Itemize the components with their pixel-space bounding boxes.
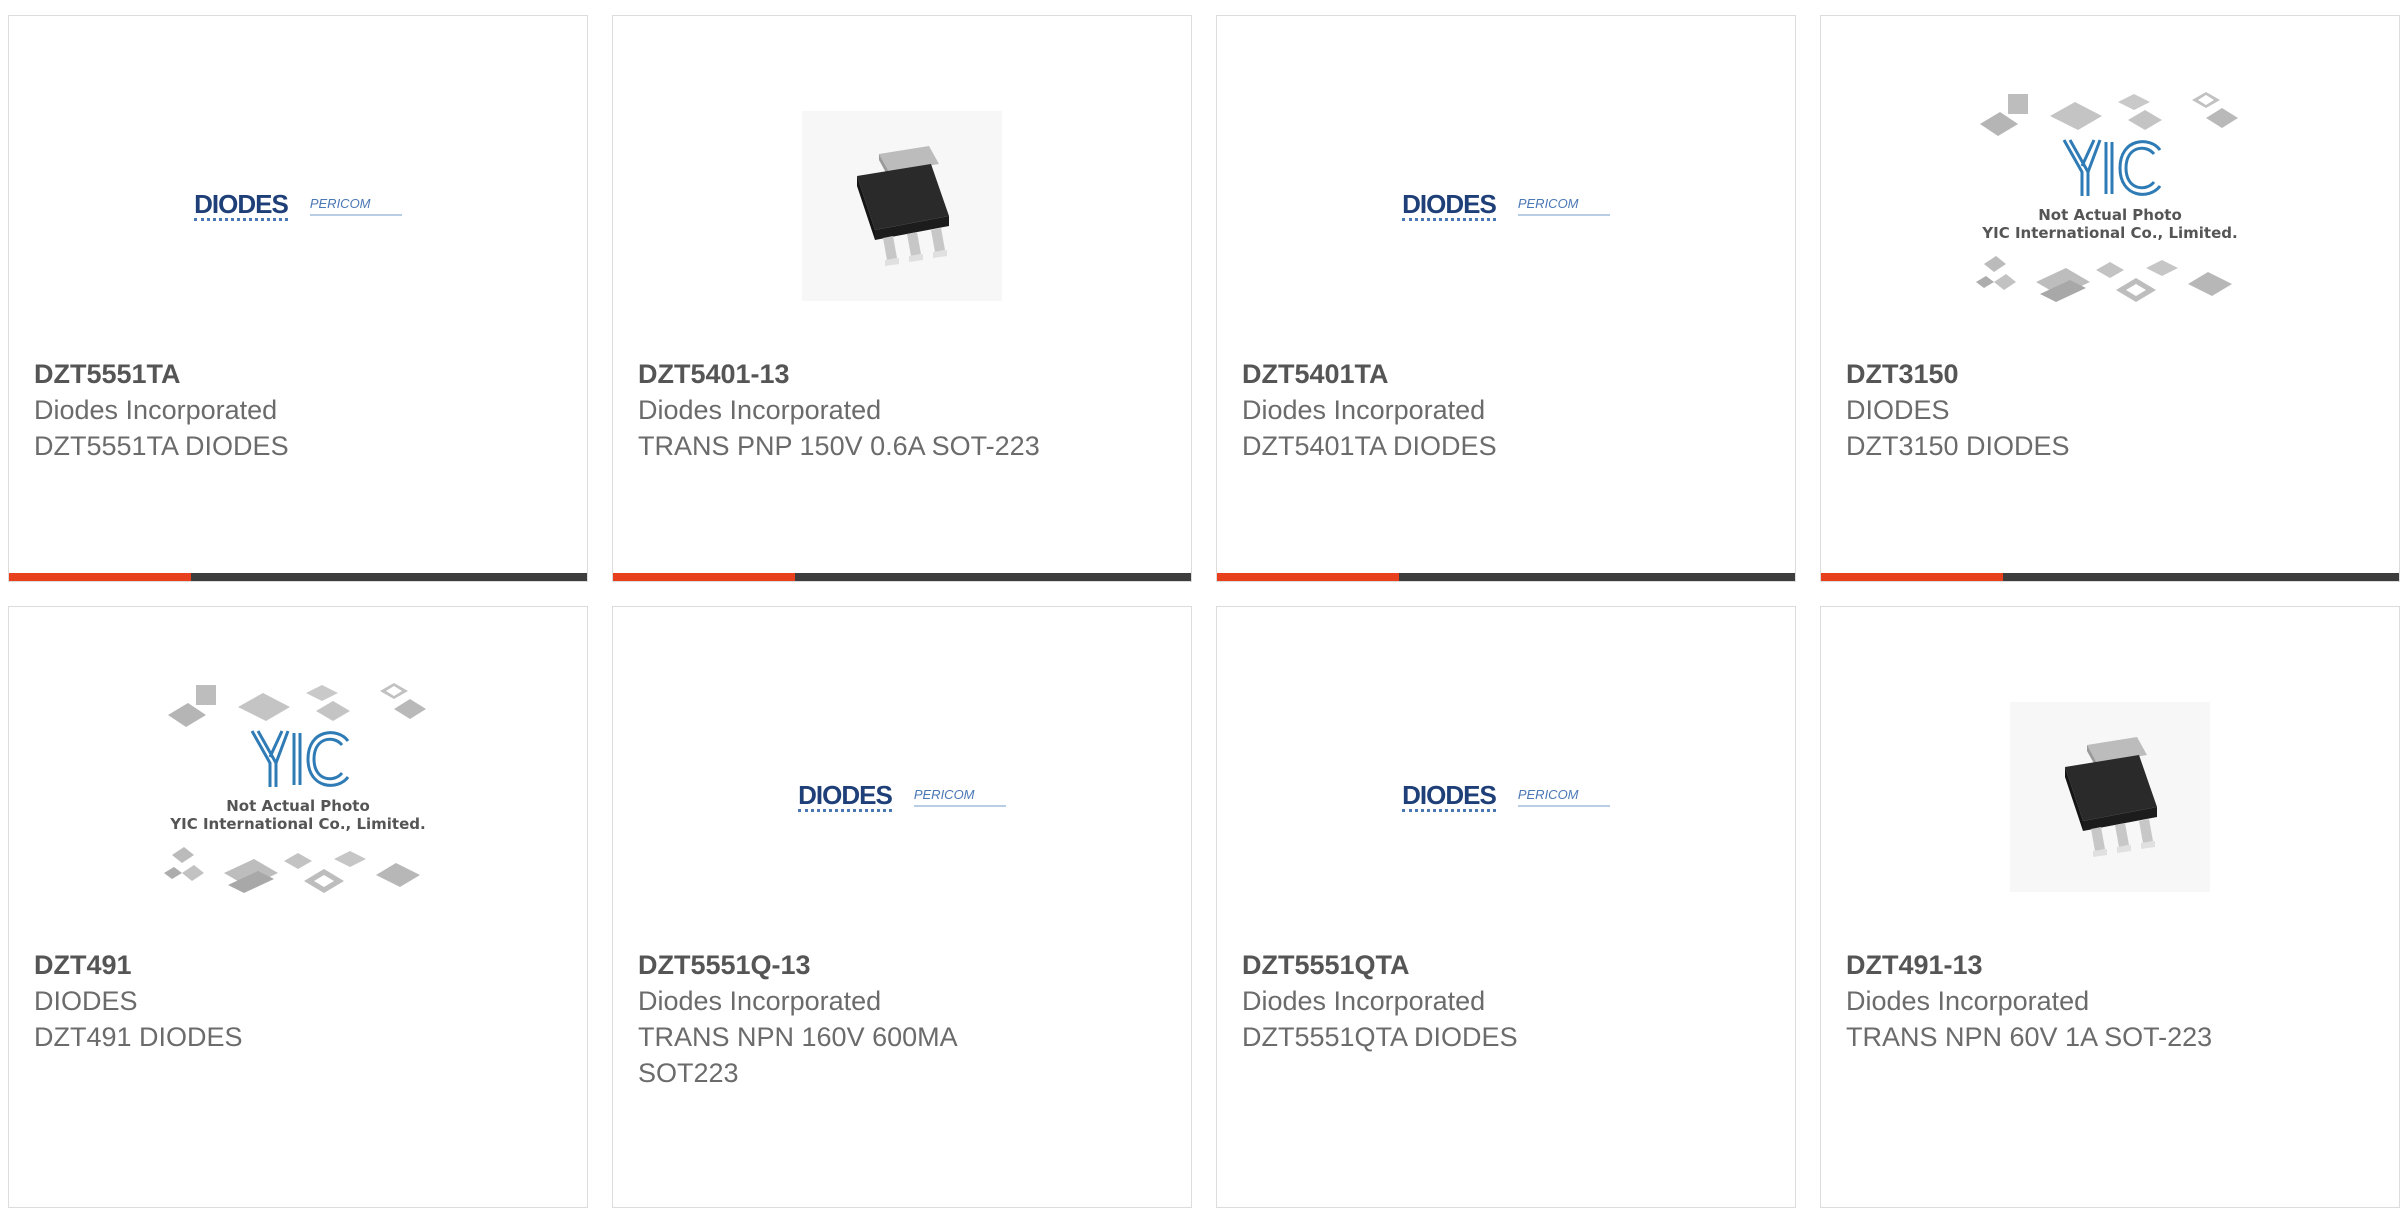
product-part-number[interactable]: DZT5401-13 [638, 356, 1171, 392]
pericom-logo-text: PERICOM [1517, 787, 1610, 807]
sot-223-package-image [802, 111, 1002, 301]
pericom-logo-text: PERICOM [309, 196, 402, 216]
product-description: TRANS PNP 150V 0.6A SOT-223 [638, 431, 1040, 461]
product-manufacturer: Diodes Incorporated [34, 395, 278, 425]
diodes-pericom-logo: DIODES PERICOM [194, 188, 402, 221]
product-description: DZT3150 DIODES [1846, 431, 2070, 461]
product-manufacturer: Diodes Incorporated [1242, 395, 1486, 425]
product-image-area[interactable]: Not Actual Photo YIC International Co., … [1821, 86, 2399, 326]
yic-company-text: YIC International Co., Limited. [169, 815, 425, 833]
diodes-logo-text: DIODES [798, 779, 893, 812]
product-card[interactable]: Not Actual Photo YIC International Co., … [1820, 15, 2400, 582]
pericom-logo-text: PERICOM [913, 787, 1006, 807]
product-card[interactable]: DIODES PERICOM DZT5551TA Diodes Incorpora… [8, 15, 588, 582]
product-card[interactable]: DZT5401-13 Diodes Incorporated TRANS PNP 1… [612, 15, 1192, 582]
sot-223-package-image [2010, 702, 2210, 892]
product-card[interactable]: Not Actual Photo YIC International Co., … [8, 606, 588, 1208]
product-part-number[interactable]: DZT491-13 [1846, 947, 2379, 983]
pericom-logo-text: PERICOM [1517, 196, 1610, 216]
card-bottom-bar [613, 573, 1191, 581]
product-image-area[interactable] [613, 86, 1191, 326]
product-manufacturer: Diodes Incorporated [1846, 986, 2090, 1016]
diodes-logo-text: DIODES [194, 188, 289, 221]
product-description: DZT5551QTA DIODES [1242, 1022, 1518, 1052]
product-manufacturer: Diodes Incorporated [638, 986, 882, 1016]
product-image-area[interactable]: DIODES PERICOM [1217, 86, 1795, 326]
product-manufacturer: DIODES [1846, 395, 1950, 425]
product-part-number[interactable]: DZT491 [34, 947, 567, 983]
product-card[interactable]: DZT491-13 Diodes Incorporated TRANS NPN 60… [1820, 606, 2400, 1208]
product-info: DZT5551TA Diodes Incorporated DZT5551TA DI… [34, 356, 567, 464]
yic-placeholder-image: Not Actual Photo YIC International Co., … [1976, 92, 2238, 302]
card-accent-bar [1217, 573, 1399, 581]
diodes-pericom-logo: DIODES PERICOM [798, 779, 1006, 812]
product-description: DZT5401TA DIODES [1242, 431, 1497, 461]
diodes-pericom-logo: DIODES PERICOM [1402, 188, 1610, 221]
product-card[interactable]: DIODES PERICOM DZT5551Q-13 Diodes Incorpo… [612, 606, 1192, 1208]
product-grid: DIODES PERICOM DZT5551TA Diodes Incorpora… [8, 15, 2400, 1208]
card-bottom-bar [1217, 573, 1795, 581]
product-info: DZT491-13 Diodes Incorporated TRANS NPN 60… [1846, 947, 2379, 1055]
product-info: DZT5401TA Diodes Incorporated DZT5401TA DI… [1242, 356, 1775, 464]
product-description: TRANS NPN 60V 1A SOT-223 [1846, 1022, 2213, 1052]
product-card[interactable]: DIODES PERICOM DZT5401TA Diodes Incorpora… [1216, 15, 1796, 582]
product-image-area[interactable]: Not Actual Photo YIC International Co., … [9, 677, 587, 917]
yic-company-text: YIC International Co., Limited. [1981, 224, 2237, 242]
product-info: DZT5401-13 Diodes Incorporated TRANS PNP 1… [638, 356, 1171, 464]
product-info: DZT3150 DIODES DZT3150 DIODES [1846, 356, 2379, 464]
product-part-number[interactable]: DZT5551QTA [1242, 947, 1775, 983]
product-part-number[interactable]: DZT5401TA [1242, 356, 1775, 392]
product-part-number[interactable]: DZT3150 [1846, 356, 2379, 392]
product-image-area[interactable]: DIODES PERICOM [613, 677, 1191, 917]
product-info: DZT5551Q-13 Diodes Incorporated TRANS NPN … [638, 947, 1171, 1091]
card-bottom-bar [9, 573, 587, 581]
product-manufacturer: Diodes Incorporated [638, 395, 882, 425]
product-description: DZT491 DIODES [34, 1022, 243, 1052]
product-manufacturer: DIODES [34, 986, 138, 1016]
product-image-area[interactable]: DIODES PERICOM [1217, 677, 1795, 917]
card-accent-bar [1821, 573, 2003, 581]
product-description: DZT5551TA DIODES [34, 431, 289, 461]
product-image-area[interactable]: DIODES PERICOM [9, 86, 587, 326]
product-part-number[interactable]: DZT5551TA [34, 356, 567, 392]
card-accent-bar [9, 573, 191, 581]
product-manufacturer: Diodes Incorporated [1242, 986, 1486, 1016]
yic-placeholder-image: Not Actual Photo YIC International Co., … [164, 683, 426, 893]
card-accent-bar [613, 573, 795, 581]
product-description: TRANS NPN 160V 600MA SOT223 [638, 1022, 957, 1088]
diodes-pericom-logo: DIODES PERICOM [1402, 779, 1610, 812]
card-bottom-bar [1821, 573, 2399, 581]
product-card[interactable]: DIODES PERICOM DZT5551QTA Diodes Incorpor… [1216, 606, 1796, 1208]
product-info: DZT491 DIODES DZT491 DIODES [34, 947, 567, 1055]
product-info: DZT5551QTA Diodes Incorporated DZT5551QTA … [1242, 947, 1775, 1055]
yic-not-actual-photo-text: Not Actual Photo [226, 797, 370, 815]
diodes-logo-text: DIODES [1402, 779, 1497, 812]
product-image-area[interactable] [1821, 677, 2399, 917]
yic-not-actual-photo-text: Not Actual Photo [2038, 206, 2182, 224]
diodes-logo-text: DIODES [1402, 188, 1497, 221]
product-part-number[interactable]: DZT5551Q-13 [638, 947, 1171, 983]
